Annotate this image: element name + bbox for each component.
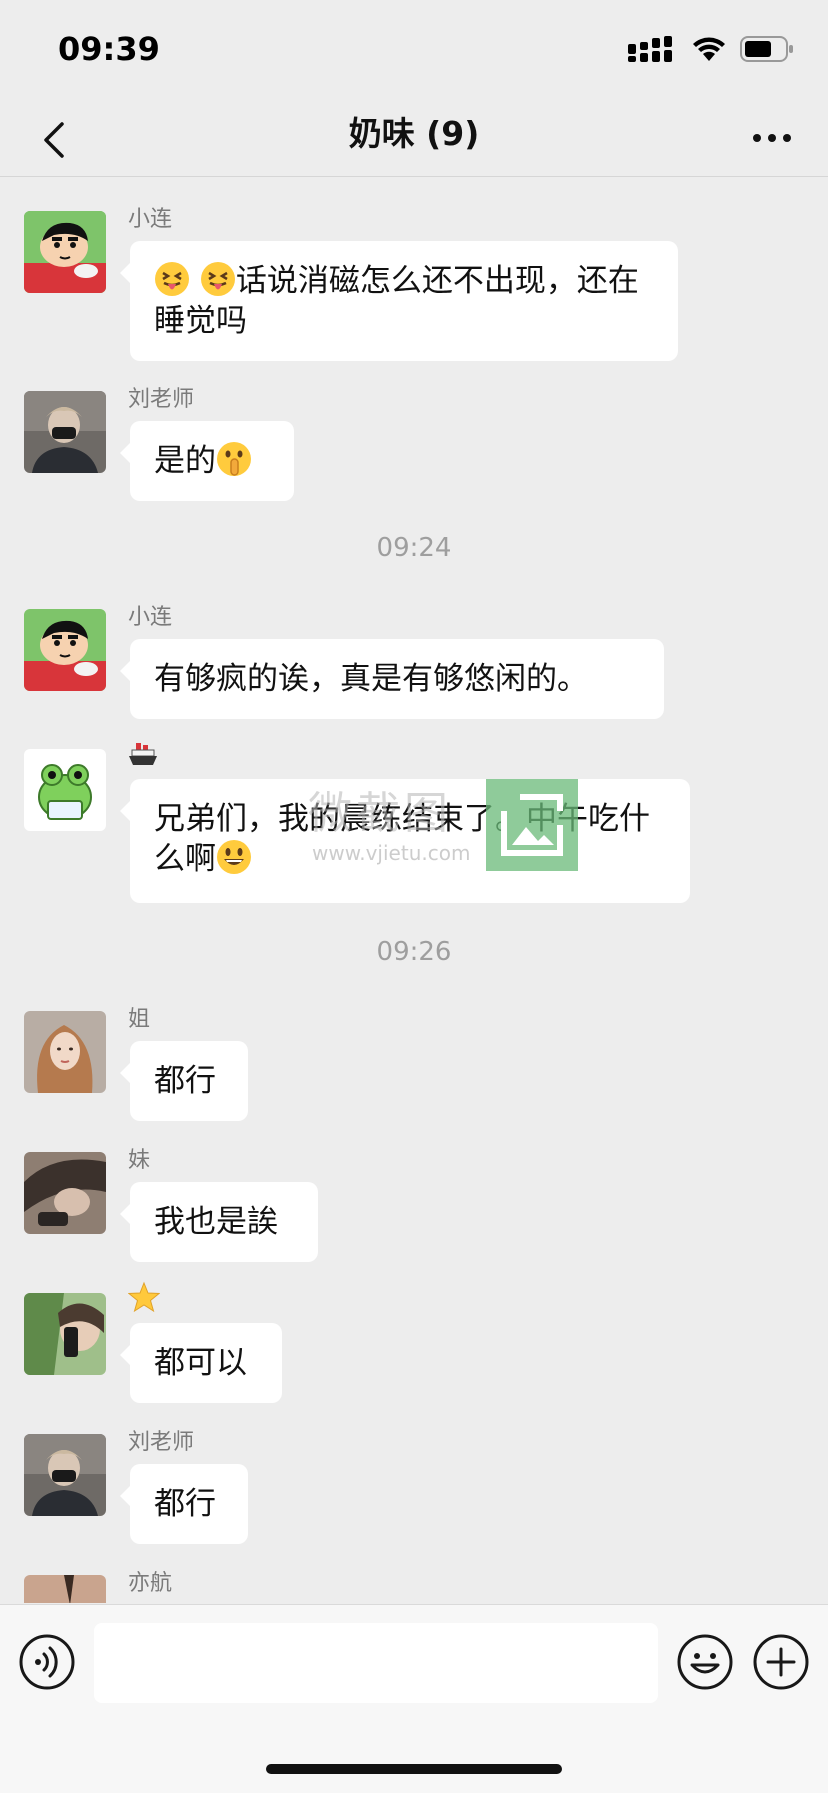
- status-time: 09:39: [58, 30, 160, 68]
- more-dots-icon: [753, 134, 791, 142]
- avatar[interactable]: [24, 1011, 106, 1093]
- squinting-tongue-face-icon: [200, 262, 235, 296]
- wifi-icon: [693, 37, 725, 61]
- avatar-person-icon: [24, 1434, 106, 1516]
- avatar-frog-icon: [24, 749, 106, 831]
- sender-name: 刘老师: [128, 1430, 195, 1455]
- message-bubble[interactable]: 都行: [120, 1041, 248, 1121]
- home-indicator[interactable]: [266, 1764, 562, 1774]
- plus-icon: [753, 1634, 809, 1690]
- message-input[interactable]: [94, 1623, 658, 1703]
- message-bubble[interactable]: 话说消磁怎么还不出现，还在睡觉吗: [120, 241, 678, 361]
- avatar-person-icon: [24, 391, 106, 473]
- voice-icon: [19, 1634, 75, 1690]
- sender-name: 小连: [128, 605, 173, 630]
- message-text: 都行: [154, 1486, 216, 1522]
- message-text: 是的: [154, 443, 216, 479]
- signal-icon: [628, 36, 672, 62]
- message-bubble[interactable]: 都行: [120, 1464, 248, 1544]
- grinning-face-icon: [217, 840, 251, 874]
- avatar[interactable]: [24, 1575, 106, 1603]
- avatar[interactable]: [24, 391, 106, 473]
- message-bubble[interactable]: 都可以: [120, 1323, 282, 1403]
- sender-name: 刘老师: [128, 387, 195, 412]
- shushing-face-icon: [217, 442, 251, 476]
- avatar[interactable]: [24, 749, 106, 831]
- ship-icon: [129, 743, 157, 765]
- message-bubble[interactable]: 是的: [120, 421, 294, 501]
- sender-name: 亦航: [128, 1571, 173, 1596]
- squinting-tongue-face-icon: [155, 262, 189, 296]
- avatar[interactable]: [24, 609, 106, 691]
- message-text: 都可以: [154, 1345, 247, 1381]
- message-text: 有够疯的诶，真是有够悠闲的。: [154, 661, 588, 697]
- message-bubble[interactable]: 兄弟们，我的晨练结束了。中午吃什么啊: [120, 779, 690, 903]
- message-bubble[interactable]: 有够疯的诶，真是有够悠闲的。: [120, 639, 664, 719]
- status-bar: 09:39: [0, 0, 828, 100]
- avatar-photo-icon: [24, 1152, 106, 1234]
- message-list[interactable]: 小连 话说消磁怎么还不出现，还在睡觉吗 刘老师 是的 09:24 小连 有够疯的…: [0, 177, 828, 1603]
- star-icon: [127, 1281, 161, 1313]
- timestamp: 09:24: [376, 533, 452, 563]
- voice-button[interactable]: [18, 1633, 76, 1691]
- sender-name: 小连: [128, 207, 173, 232]
- avatar[interactable]: [24, 1434, 106, 1516]
- sender-name: [127, 1281, 161, 1322]
- avatar-woman-icon: [24, 1011, 106, 1093]
- avatar-shinchan-icon: [24, 211, 106, 293]
- status-icons: [628, 36, 794, 62]
- avatar[interactable]: [24, 1152, 106, 1234]
- avatar-photo-icon: [24, 1575, 106, 1603]
- sender-name: [128, 739, 158, 778]
- avatar-selfie-icon: [24, 1293, 106, 1375]
- more-actions-button[interactable]: [752, 1633, 810, 1691]
- sender-name: 姐: [128, 1007, 151, 1032]
- avatar[interactable]: [24, 1293, 106, 1375]
- avatar[interactable]: [24, 211, 106, 293]
- nav-bar: 奶味 (9): [0, 100, 828, 177]
- chat-title: 奶味 (9): [348, 114, 480, 153]
- timestamp: 09:26: [376, 937, 452, 967]
- message-text: 都行: [154, 1063, 216, 1099]
- message-text: 我也是誒: [154, 1204, 278, 1240]
- message-bubble[interactable]: 我也是誒: [120, 1182, 318, 1262]
- emoji-button[interactable]: [676, 1633, 734, 1691]
- avatar-shinchan-icon: [24, 609, 106, 691]
- battery-icon: [740, 36, 793, 62]
- sender-name: 妹: [128, 1148, 151, 1173]
- more-button[interactable]: [744, 116, 800, 160]
- smiley-icon: [677, 1634, 733, 1690]
